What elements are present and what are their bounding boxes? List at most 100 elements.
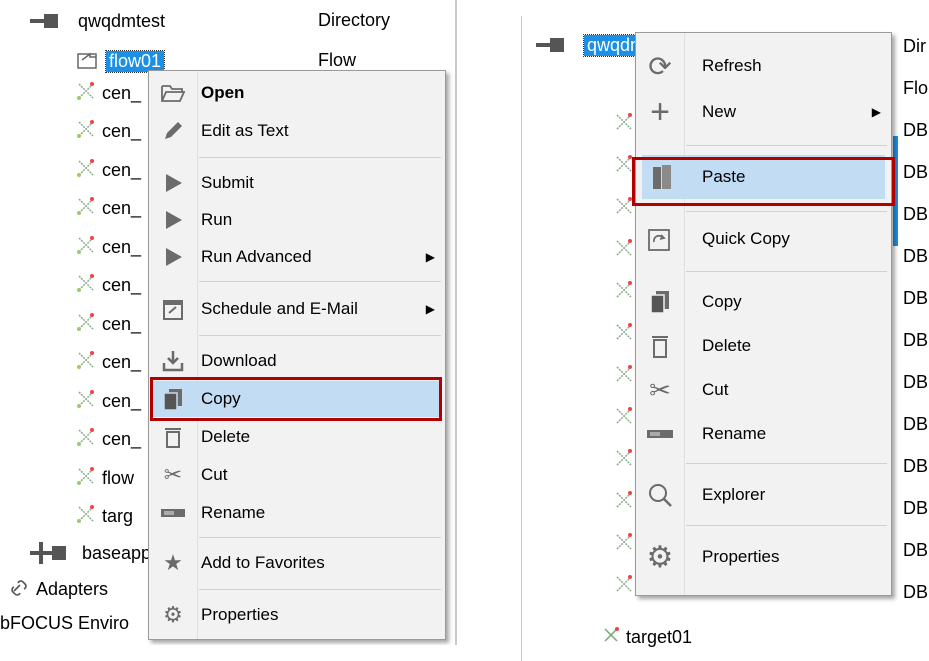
panel-border: [455, 0, 457, 645]
tree-item-child[interactable]: cen_: [76, 348, 141, 378]
context-menu: ⟳ Refresh + New ▶ Paste Quick Copy Copy …: [635, 32, 892, 596]
submenu-arrow-icon: ▶: [871, 105, 881, 119]
tree-item-root[interactable]: qwqdmtest: [30, 6, 165, 36]
tree-item-label: target01: [626, 626, 693, 647]
menu-separator: [686, 525, 887, 526]
tree-item-child[interactable]: cen_: [76, 425, 141, 455]
link-icon: [10, 577, 30, 602]
node-icon: [614, 154, 634, 179]
tree-item-child[interactable]: flow: [76, 463, 134, 493]
type-label: Directory: [318, 10, 391, 30]
menu-item-quick-copy[interactable]: Quick Copy: [636, 217, 891, 261]
node-icon: [614, 532, 634, 557]
star-icon: ★: [163, 550, 183, 575]
tree-item-child[interactable]: cen_: [76, 232, 141, 262]
type-label: DB: [903, 120, 929, 140]
node-icon: [614, 322, 634, 347]
context-menu: Open Edit as Text Submit Run Run Advance…: [148, 70, 446, 640]
tree-item-label: Adapters: [36, 578, 109, 599]
menu-item-refresh[interactable]: ⟳ Refresh: [636, 45, 891, 87]
type-label: Flo: [903, 78, 929, 98]
tree-item-target01[interactable]: target01: [602, 622, 692, 652]
download-icon: [159, 347, 187, 375]
menu-item-properties[interactable]: ⚙ Properties: [149, 597, 445, 633]
tree-item-child[interactable]: cen_: [76, 78, 141, 108]
tree-item-child[interactable]: cen_: [76, 271, 141, 301]
type-label: DB: [903, 372, 929, 392]
right-screenshot-panel: qwqdmtest Dir Flo DB DB DB DB DB DB DB DB DB DB DB DB…: [521, 16, 929, 661]
menu-item-new[interactable]: + New ▶: [636, 91, 891, 133]
menu-separator: [199, 157, 441, 158]
node-icon: [76, 312, 96, 337]
menu-item-rename[interactable]: Rename: [636, 413, 891, 455]
magnifier-icon: [646, 481, 674, 509]
tree-item-label: cen_: [102, 429, 142, 449]
menu-item-run-advanced[interactable]: Run Advanced ▶: [149, 239, 445, 275]
menu-separator: [199, 589, 441, 590]
node-icon: [614, 112, 634, 137]
node-icon: [76, 504, 96, 529]
menu-item-submit[interactable]: Submit: [149, 165, 445, 201]
tree-item-child[interactable]: cen_: [76, 155, 141, 185]
node-icon: [614, 280, 634, 305]
menu-separator: [199, 537, 441, 538]
flow-icon: [76, 48, 100, 75]
menu-item-open[interactable]: Open: [149, 75, 445, 111]
node-icon: [76, 196, 96, 221]
type-label: DB: [903, 288, 929, 308]
tree-item-child[interactable]: cen_: [76, 309, 141, 339]
menu-item-schedule[interactable]: Schedule and E-Mail ▶: [149, 291, 445, 327]
tree-item-label: cen_: [102, 352, 142, 372]
menu-item-cut[interactable]: ✂ Cut: [636, 369, 891, 411]
menu-item-run[interactable]: Run: [149, 202, 445, 238]
trash-icon: [159, 423, 187, 451]
menu-item-copy[interactable]: Copy: [636, 281, 891, 323]
tree-item-child[interactable]: cen_: [76, 386, 141, 416]
type-label: DB: [903, 330, 929, 350]
play-icon: [159, 243, 187, 271]
tree-item-label: cen_: [102, 121, 142, 141]
tree-item-label: cen_: [102, 313, 142, 334]
node-icon: [76, 466, 96, 491]
menu-item-cut[interactable]: ✂ Cut: [149, 457, 445, 493]
menu-item-add-to-favorites[interactable]: ★ Add to Favorites: [149, 545, 445, 581]
tree-item-baseapp[interactable]: baseapp: [30, 538, 151, 568]
refresh-icon: ⟳: [648, 50, 672, 82]
node-icon: [76, 81, 96, 106]
menu-item-properties[interactable]: ⚙ Properties: [636, 535, 891, 579]
type-label: DB: [903, 246, 929, 266]
trash-icon: [646, 332, 674, 360]
menu-item-explorer[interactable]: Explorer: [636, 473, 891, 517]
node-icon: [602, 626, 620, 649]
tree-item-child[interactable]: cen_: [76, 117, 141, 147]
tree-item-environment[interactable]: bFOCUS Enviro: [0, 608, 129, 638]
tree-item-child[interactable]: cen_: [76, 194, 141, 224]
tree-item-adapters[interactable]: Adapters: [10, 574, 108, 604]
submenu-arrow-icon: ▶: [425, 302, 435, 316]
menu-item-edit-as-text[interactable]: Edit as Text: [149, 113, 445, 149]
gear-icon: ⚙: [163, 602, 183, 627]
node-icon: [614, 448, 634, 473]
menu-separator: [686, 145, 887, 146]
play-icon: [159, 206, 187, 234]
type-label: Dir: [903, 36, 926, 56]
type-label: DB: [903, 162, 929, 182]
folder-open-icon: [159, 79, 187, 107]
node-icon: [76, 427, 96, 452]
menu-item-delete[interactable]: Delete: [149, 419, 445, 455]
node-icon: [76, 273, 96, 298]
menu-item-download[interactable]: Download: [149, 343, 445, 379]
tree-item-child[interactable]: targ: [76, 502, 133, 532]
folder-icon: [30, 13, 58, 29]
tree-item-label: cen_: [102, 82, 142, 103]
node-icon: [614, 406, 634, 431]
menu-separator: [199, 335, 441, 336]
scissors-icon: ✂: [163, 462, 183, 487]
rename-icon: [646, 420, 674, 448]
type-label: DB: [903, 540, 929, 560]
node-icon: [614, 364, 634, 389]
menu-item-rename[interactable]: Rename: [149, 495, 445, 531]
node-icon: [614, 490, 634, 515]
menu-separator: [686, 211, 887, 212]
menu-item-delete[interactable]: Delete: [636, 325, 891, 367]
